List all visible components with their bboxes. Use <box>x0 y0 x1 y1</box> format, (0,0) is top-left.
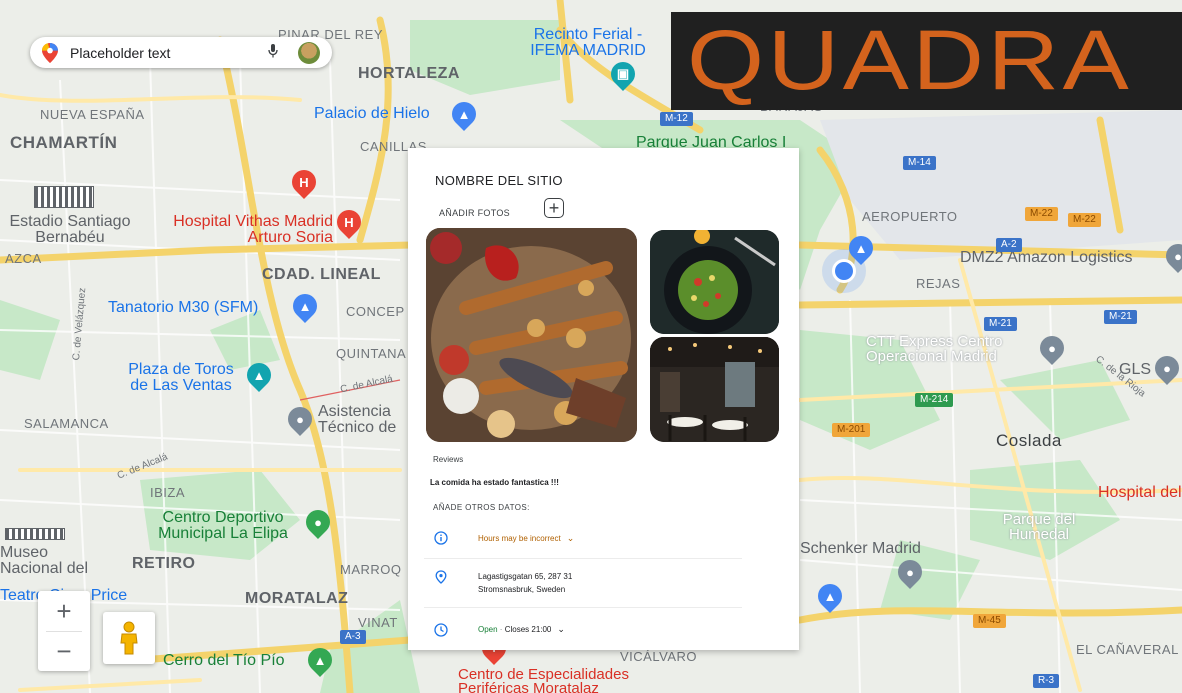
neighborhood-label-vicalvaro: VICÁLVARO <box>620 649 697 664</box>
poi-pin-hospital-1[interactable]: H <box>287 165 321 199</box>
hours-warning-row[interactable]: Hours may be incorrect ⌄ <box>424 521 742 559</box>
neighborhood-label-retiro: RETIRO <box>132 555 196 572</box>
poi-label-ifema[interactable]: Recinto Ferial - IFEMA MADRID <box>523 27 653 59</box>
search-box[interactable]: Placeholder text <box>30 37 332 68</box>
add-photo-button[interactable]: + <box>544 198 564 218</box>
poi-label-hospital-vithas[interactable]: Hospital Vithas Madrid Arturo Soria <box>168 214 333 246</box>
maps-pin-icon <box>42 42 58 63</box>
place-card: NOMBRE DEL SITIO AÑADIR FOTOS + Reviews … <box>408 148 799 650</box>
poi-pin-schenker[interactable]: ● <box>893 555 927 589</box>
plus-icon: + <box>548 198 560 218</box>
poi-label-amazon[interactable]: DMZ2 Amazon Logistics <box>960 250 1133 266</box>
road-shield-m45: M-45 <box>973 614 1006 628</box>
poi-pin-ifema[interactable]: ▣ <box>606 57 640 91</box>
info-icon <box>434 531 448 545</box>
photo-salad[interactable] <box>650 230 779 334</box>
google-lens-icon[interactable] <box>298 41 320 64</box>
zoom-out-button[interactable]: − <box>38 631 90 671</box>
street-view-button[interactable] <box>103 612 155 664</box>
poi-label-cep-moratalaz[interactable]: Centro de Especialidades Periféricas Mor… <box>458 667 678 693</box>
open-status: Open <box>478 625 498 634</box>
neighborhood-label-concep: CONCEP <box>346 304 405 319</box>
photo-restaurant-interior[interactable] <box>650 337 779 442</box>
poi-pin-palacio-hielo[interactable]: ▲ <box>447 97 481 131</box>
neighborhood-label-vinat: VINAT <box>358 615 398 630</box>
stadium-icon <box>34 186 94 208</box>
road-shield-m201: M-201 <box>832 423 871 437</box>
road-shield-m22-b: M-22 <box>1068 213 1101 227</box>
poi-pin-gls[interactable]: ● <box>1150 351 1182 385</box>
opening-hours-row[interactable]: Open · Closes 21:00 ⌄ <box>424 614 742 644</box>
poi-pin-ventas[interactable]: ▲ <box>242 358 276 392</box>
zoom-control: + − <box>38 591 90 671</box>
road-shield-r3: R-3 <box>1033 674 1060 688</box>
poi-label-ctt[interactable]: CTT Express Centro Operacional Madrid <box>866 334 1042 364</box>
road-shield-m14: M-14 <box>903 156 936 170</box>
place-title: NOMBRE DEL SITIO <box>435 173 563 188</box>
poi-label-ventas[interactable]: Plaza de Toros de Las Ventas <box>121 362 241 394</box>
poi-label-aeropuerto[interactable]: AEROPUERTO <box>862 210 958 223</box>
poi-pin-ctt[interactable]: ● <box>1035 331 1069 365</box>
neighborhood-label-azca: AZCA <box>5 251 42 266</box>
neighborhood-label-marroq: MARROQ <box>340 562 402 577</box>
quadra-logo-text: QUADRA <box>687 13 1133 107</box>
reviews-heading: Reviews <box>433 455 464 464</box>
poi-label-prado[interactable]: Museo Nacional del Prado <box>0 545 100 577</box>
poi-label-asistencia[interactable]: Asistencia Técnico de <box>318 404 410 436</box>
clock-icon <box>434 623 448 637</box>
neighborhood-label-salamanca: SALAMANCA <box>24 416 109 431</box>
photo-grill-platter[interactable] <box>426 228 637 442</box>
poi-pin-tio-pio[interactable]: ▲ <box>303 643 337 677</box>
address-line-2: Stromsnasbruk, Sweden <box>478 585 566 594</box>
poi-label-canaveral[interactable]: EL CAÑAVERAL <box>1076 643 1179 656</box>
poi-pin-asistencia[interactable]: ● <box>283 402 317 436</box>
neighborhood-label-coslada: Coslada <box>996 431 1062 450</box>
poi-label-tanatorio[interactable]: Tanatorio M30 (SFM) <box>108 300 258 316</box>
add-other-data-label: AÑADE OTROS DATOS: <box>433 503 530 512</box>
road-shield-m21-a: M-21 <box>984 317 1017 331</box>
poi-label-tio-pio[interactable]: Cerro del Tío Pío <box>163 653 285 669</box>
road-shield-m12: M-12 <box>660 112 693 126</box>
neighborhood-label-chamartin: CHAMARTÍN <box>10 133 118 152</box>
quadra-banner: QUADRA <box>671 12 1182 110</box>
poi-pin-tanatorio[interactable]: ▲ <box>288 289 322 323</box>
road-shield-m21-b: M-21 <box>1104 310 1137 324</box>
neighborhood-label-moratalaz: MORATALAZ <box>245 590 349 607</box>
road-shield-m214: M-214 <box>915 393 954 407</box>
road-shield-a2: A-2 <box>996 238 1022 252</box>
location-pin-icon <box>435 570 447 584</box>
neighborhood-label-quintana: QUINTANA <box>336 346 407 361</box>
add-photos-label: AÑADIR FOTOS <box>439 208 510 218</box>
poi-pin-shop[interactable]: ▲ <box>813 579 847 613</box>
chevron-down-icon[interactable]: ⌄ <box>557 623 565 636</box>
address-line-1: Lagastigsgatan 65, 287 31 <box>478 572 573 581</box>
current-location-dot[interactable] <box>832 259 856 283</box>
neighborhood-label-cdad-lineal: CDAD. LINEAL <box>262 266 381 283</box>
hours-warning-text: Hours may be incorrect <box>478 534 561 543</box>
poi-label-elipa[interactable]: Centro Deportivo Municipal La Elipa <box>148 510 298 542</box>
poi-label-bernabeu[interactable]: Estadio Santiago Bernabéu <box>0 214 140 246</box>
poi-label-schenker[interactable]: Schenker Madrid <box>800 541 921 557</box>
microphone-icon[interactable] <box>268 44 278 61</box>
address-row[interactable]: Lagastigsgatan 65, 287 31 Stromsnasbruk,… <box>424 564 742 608</box>
road-shield-m22-a: M-22 <box>1025 207 1058 221</box>
chevron-down-icon[interactable]: ⌄ <box>567 532 575 545</box>
neighborhood-label-rejas: REJAS <box>916 276 961 291</box>
poi-pin-hospital-vithas[interactable]: H <box>332 205 366 239</box>
neighborhood-label-hortaleza: HORTALEZA <box>358 65 460 82</box>
zoom-divider <box>46 631 82 632</box>
neighborhood-label-ibiza: IBIZA <box>150 485 186 500</box>
neighborhood-label-nueva-espana: NUEVA ESPAÑA <box>40 107 145 122</box>
poi-label-humedal[interactable]: Parque del Humedal <box>984 512 1094 542</box>
review-text: La comida ha estado fantastica !!! <box>430 478 559 487</box>
poi-label-hospital-del[interactable]: Hospital del <box>1098 485 1182 501</box>
poi-label-palacio-hielo[interactable]: Palacio de Hielo <box>314 106 430 122</box>
zoom-in-button[interactable]: + <box>38 591 90 631</box>
poi-pin-elipa[interactable]: ● <box>301 505 335 539</box>
museum-icon <box>5 528 65 540</box>
pegman-icon <box>120 621 138 655</box>
closing-time: Closes 21:00 <box>504 625 552 634</box>
road-shield-a3: A-3 <box>340 630 366 644</box>
search-placeholder[interactable]: Placeholder text <box>70 45 268 61</box>
